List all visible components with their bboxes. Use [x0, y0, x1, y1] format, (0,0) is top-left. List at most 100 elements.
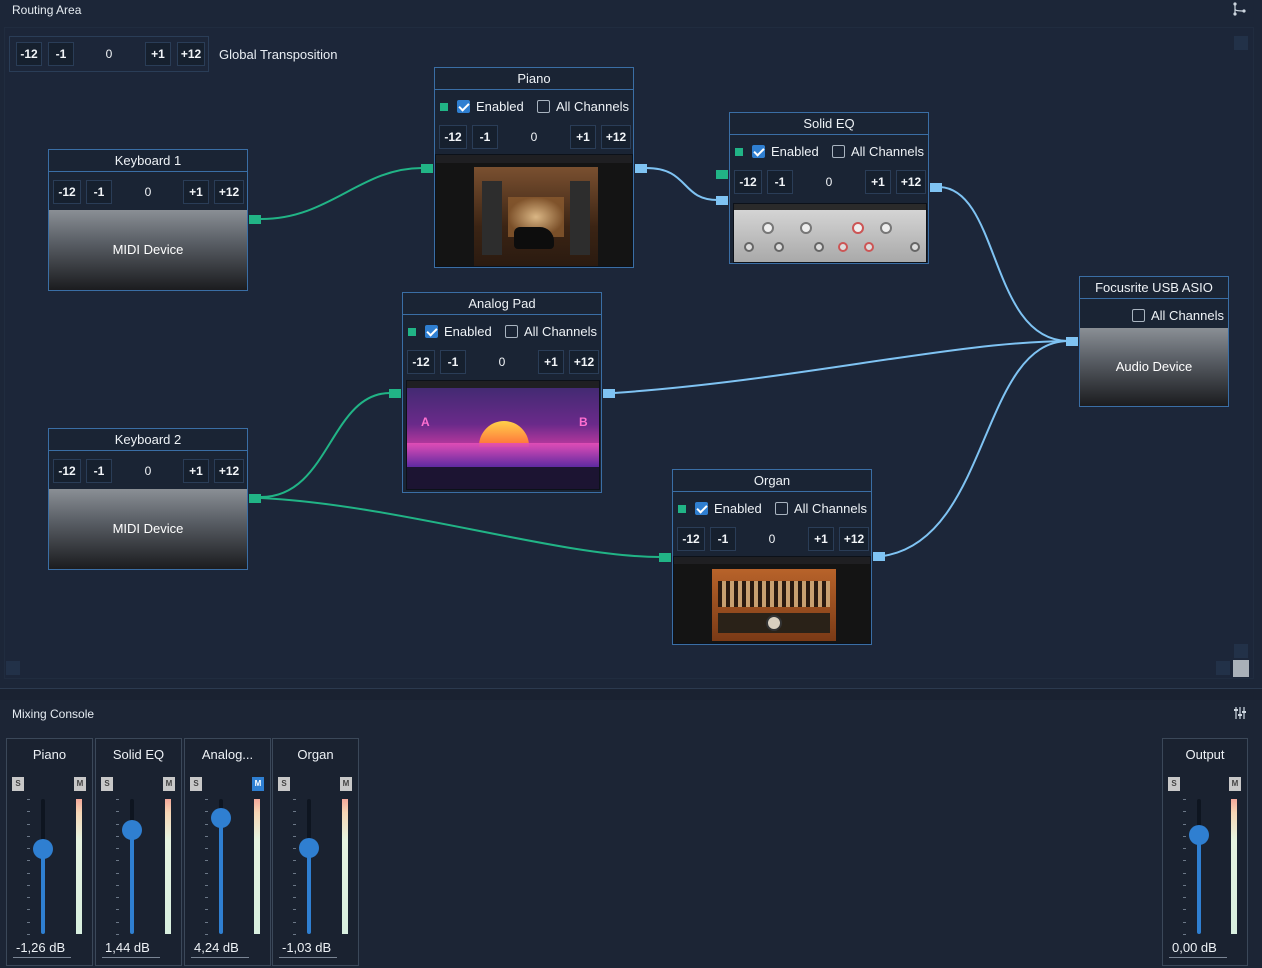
fader-knob[interactable] — [122, 820, 142, 840]
fader-track[interactable] — [211, 799, 231, 934]
mute-button[interactable]: M — [252, 777, 264, 791]
minus1-button[interactable]: -1 — [710, 527, 736, 551]
node-solideq[interactable]: Solid EQ Enabled All Channels -12 -1 0 +… — [729, 112, 929, 264]
minus1-button[interactable]: -1 — [86, 180, 112, 204]
solideq-audio-in-port[interactable] — [716, 196, 728, 205]
all-channels-checkbox[interactable] — [832, 145, 845, 158]
fader-track[interactable] — [33, 799, 53, 934]
fader-tick — [116, 848, 119, 849]
plus1-button[interactable]: +1 — [183, 459, 209, 483]
all-channels-checkbox[interactable] — [505, 325, 518, 338]
keyboard1-midi-out-port[interactable] — [249, 215, 261, 224]
minus12-button[interactable]: -12 — [407, 350, 435, 374]
plus12-button[interactable]: +12 — [601, 125, 631, 149]
piano-midi-in-port[interactable] — [421, 164, 433, 173]
plus1-button[interactable]: +1 — [865, 170, 891, 194]
solo-button[interactable]: S — [1168, 777, 1180, 791]
node-piano[interactable]: Piano Enabled All Channels -12 -1 0 +1 +… — [434, 67, 634, 268]
mute-button[interactable]: M — [340, 777, 352, 791]
status-indicator — [440, 103, 448, 111]
enabled-checkbox[interactable] — [425, 325, 438, 338]
plus1-button[interactable]: +1 — [570, 125, 596, 149]
channel-strip: Analog... S M 4,24 dB — [184, 738, 271, 966]
gain-readout: -1,03 dB — [282, 940, 332, 955]
fader-tick — [1183, 860, 1186, 861]
minus1-button[interactable]: -1 — [472, 125, 498, 149]
analogpad-plugin-thumbnail[interactable]: A B — [406, 380, 600, 490]
plus12-button[interactable]: +12 — [839, 527, 869, 551]
organ-audio-out-port[interactable] — [873, 552, 885, 561]
node-organ[interactable]: Organ Enabled All Channels -12 -1 0 +1 +… — [672, 469, 872, 645]
fader-fill — [307, 848, 311, 934]
plus12-button[interactable]: +12 — [896, 170, 926, 194]
cable-solideq-output — [939, 186, 1069, 342]
solideq-midi-in-port[interactable] — [716, 170, 728, 179]
node-keyboard2[interactable]: Keyboard 2 -12 -1 0 +1 +12 MIDI Device — [48, 428, 248, 570]
keyboard2-midi-out-port[interactable] — [249, 494, 261, 503]
fader-tick — [116, 934, 119, 935]
plus12-button[interactable]: +12 — [214, 180, 244, 204]
mixer-settings-icon[interactable] — [1233, 706, 1247, 723]
node-analogpad[interactable]: Analog Pad Enabled All Channels -12 -1 0… — [402, 292, 602, 493]
solo-button[interactable]: S — [12, 777, 24, 791]
fader-tick — [205, 897, 208, 898]
organ-midi-in-port[interactable] — [659, 553, 671, 562]
fader-tick — [293, 824, 296, 825]
fader-track[interactable] — [1189, 799, 1209, 934]
solideq-audio-out-port[interactable] — [930, 183, 942, 192]
fader-track[interactable] — [299, 799, 319, 934]
fader-knob[interactable] — [211, 808, 231, 828]
fader-tick — [27, 824, 30, 825]
panel-divider[interactable] — [0, 688, 1262, 700]
fader-tick — [205, 934, 208, 935]
all-channels-checkbox[interactable] — [1132, 309, 1145, 322]
minus1-button[interactable]: -1 — [440, 350, 466, 374]
enabled-checkbox[interactable] — [457, 100, 470, 113]
analogpad-midi-in-port[interactable] — [389, 389, 401, 398]
solo-button[interactable]: S — [278, 777, 290, 791]
solo-button[interactable]: S — [190, 777, 202, 791]
enable-row: Enabled All Channels — [435, 96, 633, 118]
minus12-button[interactable]: -12 — [53, 180, 81, 204]
fader-tick — [1183, 811, 1186, 812]
plus1-button[interactable]: +1 — [808, 527, 834, 551]
minus12-button[interactable]: -12 — [53, 459, 81, 483]
fader-tick — [293, 922, 296, 923]
node-keyboard1[interactable]: Keyboard 1 -12 -1 0 +1 +12 MIDI Device — [48, 149, 248, 291]
solo-button[interactable]: S — [101, 777, 113, 791]
piano-audio-out-port[interactable] — [635, 164, 647, 173]
fader-tick — [116, 824, 119, 825]
organ-plugin-thumbnail[interactable] — [673, 556, 871, 644]
minus12-button[interactable]: -12 — [677, 527, 705, 551]
gain-readout: 4,24 dB — [194, 940, 239, 955]
enabled-label: Enabled — [714, 501, 762, 516]
focusrite-audio-in-port[interactable] — [1066, 337, 1078, 346]
all-channels-checkbox[interactable] — [537, 100, 550, 113]
enabled-checkbox[interactable] — [752, 145, 765, 158]
plus1-button[interactable]: +1 — [183, 180, 209, 204]
plus12-button[interactable]: +12 — [214, 459, 244, 483]
minus12-button[interactable]: -12 — [439, 125, 467, 149]
minus1-button[interactable]: -1 — [767, 170, 793, 194]
minus1-button[interactable]: -1 — [86, 459, 112, 483]
plus1-button[interactable]: +1 — [538, 350, 564, 374]
minus12-button[interactable]: -12 — [734, 170, 762, 194]
level-meter — [1231, 799, 1237, 934]
fader-track[interactable] — [122, 799, 142, 934]
mixing-console-title: Mixing Console — [12, 707, 95, 721]
mute-button[interactable]: M — [163, 777, 175, 791]
fader-knob[interactable] — [299, 838, 319, 858]
plus12-button[interactable]: +12 — [569, 350, 599, 374]
enabled-checkbox[interactable] — [695, 502, 708, 515]
solideq-plugin-thumbnail[interactable] — [733, 203, 927, 263]
all-channels-checkbox[interactable] — [775, 502, 788, 515]
node-focusrite-output[interactable]: Focusrite USB ASIO All Channels Audio De… — [1079, 276, 1229, 407]
fader-tick — [27, 799, 30, 800]
fader-knob[interactable] — [33, 839, 53, 859]
audio-device-body: Audio Device — [1080, 328, 1228, 406]
analogpad-audio-out-port[interactable] — [603, 389, 615, 398]
mute-button[interactable]: M — [74, 777, 86, 791]
fader-knob[interactable] — [1189, 825, 1209, 845]
mute-button[interactable]: M — [1229, 777, 1241, 791]
piano-plugin-thumbnail[interactable] — [435, 154, 633, 267]
